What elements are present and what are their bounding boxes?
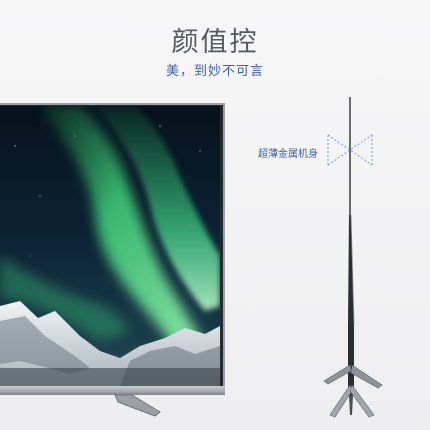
aurora-landscape-picture <box>0 106 220 386</box>
product-banner: 颜值控 美，到妙不可言 超薄金属机身 <box>0 0 430 430</box>
tv-side-profile <box>323 97 383 418</box>
thin-metal-body-label: 超薄金属机身 <box>258 149 318 160</box>
tv-bottom-bezel <box>0 386 225 395</box>
page-title: 颜值控 <box>171 27 259 58</box>
page-subtitle: 美，到妙不可言 <box>165 64 264 79</box>
tv-screen-image <box>0 106 220 386</box>
